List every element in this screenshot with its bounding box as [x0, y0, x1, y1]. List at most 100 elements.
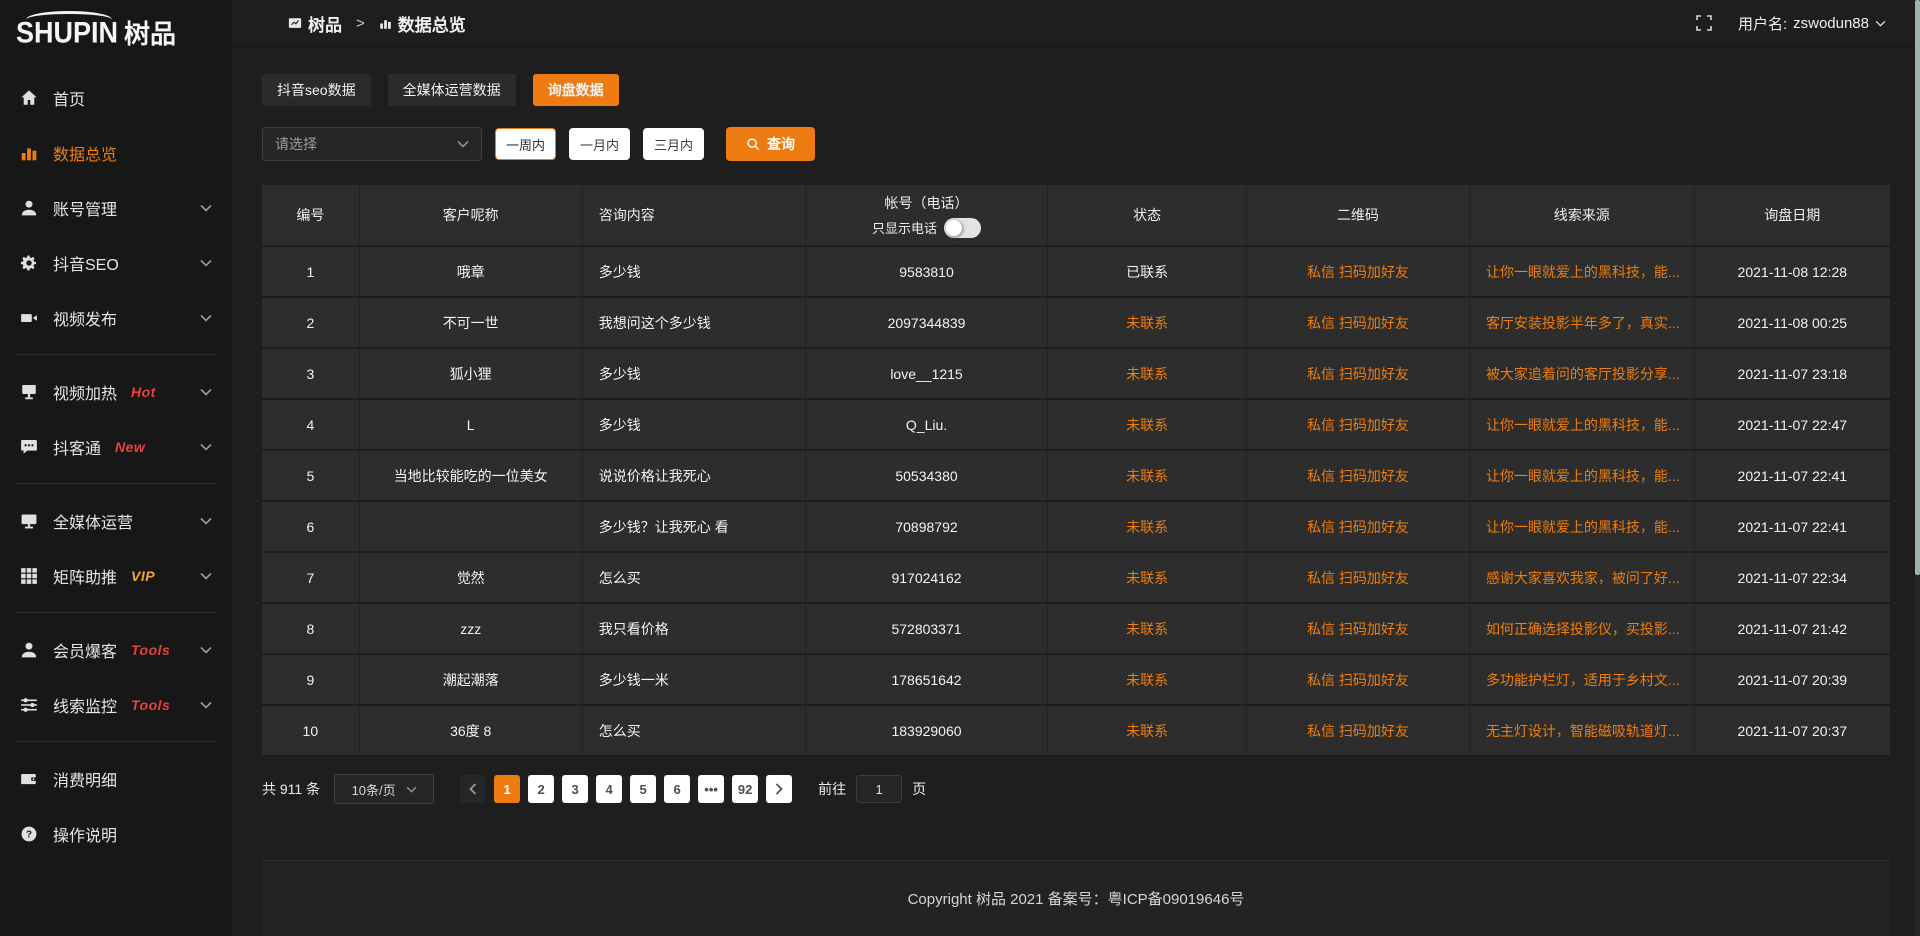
- source-link[interactable]: 让你一眼就爱上的黑科技，能...: [1470, 502, 1695, 553]
- cell-no: 3: [262, 349, 360, 400]
- phone-only-toggle[interactable]: [944, 218, 981, 238]
- cell-date: 2021-11-07 21:42: [1695, 604, 1890, 655]
- cell-account: 572803371: [806, 604, 1049, 655]
- page-button-2[interactable]: 2: [528, 775, 554, 803]
- qr-links[interactable]: 私信 扫码加好友: [1247, 604, 1470, 655]
- qr-links[interactable]: 私信 扫码加好友: [1247, 349, 1470, 400]
- page-button-5[interactable]: 5: [630, 775, 656, 803]
- source-link[interactable]: 让你一眼就爱上的黑科技，能...: [1470, 400, 1695, 451]
- search-button[interactable]: 查询: [726, 127, 815, 161]
- page-button-92[interactable]: 92: [732, 775, 758, 803]
- filter-three-months-button[interactable]: 三月内: [643, 128, 704, 160]
- breadcrumb-current[interactable]: 数据总览: [398, 11, 466, 36]
- prev-page-button[interactable]: [460, 775, 486, 803]
- cell-account: 2097344839: [806, 298, 1049, 349]
- cell-date: 2021-11-07 23:18: [1695, 349, 1890, 400]
- qr-links[interactable]: 私信 扫码加好友: [1247, 706, 1470, 757]
- sidebar-item-douyin-seo[interactable]: 抖音SEO: [0, 235, 232, 290]
- sidebar-item-video-publish[interactable]: 视频发布: [0, 290, 232, 345]
- sidebar-item-home[interactable]: 首页: [0, 70, 232, 125]
- account-select[interactable]: 请选择: [262, 127, 482, 161]
- source-link[interactable]: 让你一眼就爱上的黑科技，能...: [1470, 451, 1695, 502]
- screen-heat-icon: [20, 383, 38, 401]
- sidebar-item-label: 会员爆客: [53, 638, 117, 662]
- filter-week-button[interactable]: 一周内: [495, 128, 556, 160]
- table-row: 5 当地比较能吃的一位美女 说说价格让我死心 50534380 未联系 私信 扫…: [262, 451, 1890, 502]
- logo-text-cn: 树品: [124, 8, 176, 51]
- page-button-6[interactable]: 6: [664, 775, 690, 803]
- page-more-button[interactable]: •••: [698, 775, 724, 803]
- scrollbar-thumb[interactable]: [1915, 0, 1920, 575]
- topbar: 树品 > 数据总览 用户名: zswodun88: [232, 0, 1920, 47]
- page-size-select[interactable]: 10条/页: [334, 774, 434, 804]
- filter-bar: 请选择 一周内 一月内 三月内 查询: [262, 127, 1890, 161]
- wallet-icon: [20, 770, 38, 788]
- goto-label: 前往: [818, 779, 846, 799]
- video-camera-icon: [20, 309, 38, 327]
- tab-inquiry-data[interactable]: 询盘数据: [533, 74, 619, 106]
- sidebar-item-label: 视频加热: [53, 380, 117, 404]
- cell-date: 2021-11-07 22:34: [1695, 553, 1890, 604]
- sidebar-item-omnimedia[interactable]: 全媒体运营: [0, 493, 232, 548]
- chevron-down-icon: [200, 314, 212, 322]
- qr-links[interactable]: 私信 扫码加好友: [1247, 553, 1470, 604]
- filter-month-button[interactable]: 一月内: [569, 128, 630, 160]
- sidebar-item-doukotong[interactable]: 抖客通 New: [0, 419, 232, 474]
- source-link[interactable]: 如何正确选择投影仪，买投影...: [1470, 604, 1695, 655]
- sidebar-item-consumption-detail[interactable]: 消费明细: [0, 751, 232, 806]
- status-cell: 未联系: [1048, 400, 1247, 451]
- source-link[interactable]: 多功能护栏灯，适用于乡村文...: [1470, 655, 1695, 706]
- qr-links[interactable]: 私信 扫码加好友: [1247, 655, 1470, 706]
- app-logo[interactable]: SHUPIN 树品: [0, 0, 232, 58]
- chevron-down-icon: [406, 786, 417, 793]
- col-no: 编号: [262, 185, 360, 247]
- qr-links[interactable]: 私信 扫码加好友: [1247, 298, 1470, 349]
- cell-content: 多少钱？让我死心 看: [583, 502, 806, 553]
- sidebar-item-lead-monitor[interactable]: 线索监控 Tools: [0, 677, 232, 732]
- fullscreen-icon[interactable]: [1696, 15, 1712, 31]
- status-cell: 已联系: [1048, 247, 1247, 298]
- sidebar-item-video-heat[interactable]: 视频加热 Hot: [0, 364, 232, 419]
- page-button-3[interactable]: 3: [562, 775, 588, 803]
- source-link[interactable]: 客厅安装投影半年多了，真实...: [1470, 298, 1695, 349]
- chevron-down-icon: [200, 204, 212, 212]
- page-button-4[interactable]: 4: [596, 775, 622, 803]
- cell-content: 多少钱: [583, 349, 806, 400]
- sidebar-item-data-overview[interactable]: 数据总览: [0, 125, 232, 180]
- sidebar-item-label: 首页: [53, 86, 85, 110]
- page-button-1[interactable]: 1: [494, 775, 520, 803]
- chevron-down-icon: [200, 388, 212, 396]
- source-link[interactable]: 被大家追着问的客厅投影分享...: [1470, 349, 1695, 400]
- sidebar-item-help[interactable]: ? 操作说明: [0, 806, 232, 861]
- source-link[interactable]: 让你一眼就爱上的黑科技，能...: [1470, 247, 1695, 298]
- qr-links[interactable]: 私信 扫码加好友: [1247, 247, 1470, 298]
- next-page-button[interactable]: [766, 775, 792, 803]
- sidebar-item-matrix-boost[interactable]: 矩阵助推 VIP: [0, 548, 232, 603]
- chevron-down-icon: [200, 259, 212, 267]
- cell-nickname: 狐小狸: [360, 349, 583, 400]
- status-cell: 未联系: [1048, 604, 1247, 655]
- breadcrumb-root[interactable]: 树品: [308, 11, 342, 36]
- cell-date: 2021-11-08 12:28: [1695, 247, 1890, 298]
- col-account: 帐号（电话） 只显示电话: [806, 185, 1049, 247]
- sidebar-item-account-mgmt[interactable]: 账号管理: [0, 180, 232, 235]
- qr-links[interactable]: 私信 扫码加好友: [1247, 502, 1470, 553]
- main-area: 树品 > 数据总览 用户名: zswodun88 抖音seo数据 全媒体运营数据…: [232, 0, 1920, 936]
- user-menu[interactable]: 用户名: zswodun88: [1738, 13, 1886, 34]
- tab-douyin-seo-data[interactable]: 抖音seo数据: [262, 74, 371, 106]
- cell-nickname: 当地比较能吃的一位美女: [360, 451, 583, 502]
- scrollbar[interactable]: [1915, 0, 1920, 936]
- pagination: 共 911 条 10条/页 1 2 3 4 5 6 ••• 92 前往 1 页: [262, 774, 1890, 804]
- source-link[interactable]: 感谢大家喜欢我家，被问了好...: [1470, 553, 1695, 604]
- tab-omnimedia-data[interactable]: 全媒体运营数据: [388, 74, 516, 106]
- monitor-icon: [20, 512, 38, 530]
- grid-icon: [20, 567, 38, 585]
- qr-links[interactable]: 私信 扫码加好友: [1247, 451, 1470, 502]
- breadcrumb: 树品 > 数据总览: [288, 11, 466, 36]
- menu-divider: [16, 741, 216, 742]
- sidebar-item-member-burst[interactable]: 会员爆客 Tools: [0, 622, 232, 677]
- source-link[interactable]: 无主灯设计，智能磁吸轨道灯...: [1470, 706, 1695, 757]
- qr-links[interactable]: 私信 扫码加好友: [1247, 400, 1470, 451]
- goto-page-input[interactable]: 1: [856, 775, 902, 803]
- cell-no: 5: [262, 451, 360, 502]
